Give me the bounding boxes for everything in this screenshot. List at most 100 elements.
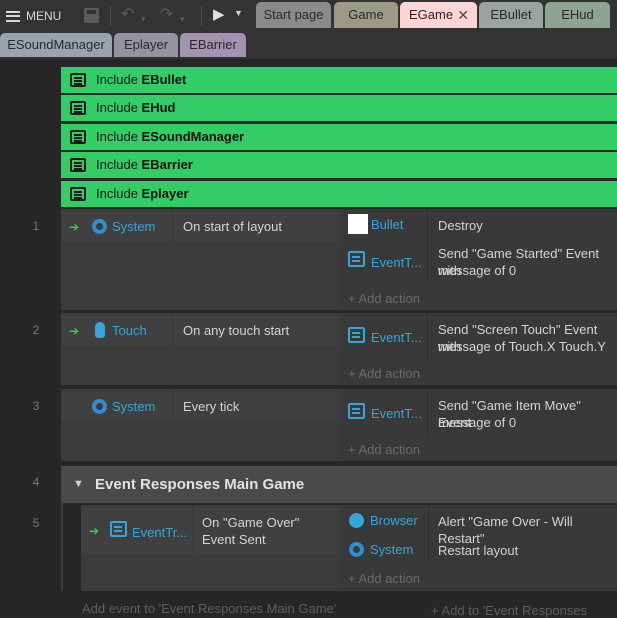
action-text-line2[interactable]: message of 0	[438, 262, 516, 279]
event-block[interactable]: System Every tick EventT... Send "Game I…	[61, 389, 617, 461]
play-dropdown-icon[interactable]: ▼	[234, 8, 243, 18]
column-divider	[428, 505, 429, 563]
group-title: Event Responses Main Game	[95, 476, 305, 493]
include-name: EBarrier	[141, 157, 193, 172]
tab-label: EBarrier	[189, 37, 237, 52]
column-divider	[427, 239, 428, 283]
condition-cell[interactable]: Every tick	[174, 391, 338, 421]
sprite-icon	[348, 214, 368, 234]
tab-ehud[interactable]: EHud	[545, 2, 610, 28]
tab-label: Game	[348, 7, 384, 22]
include-prefix: Include	[96, 186, 138, 201]
condition-object: System	[112, 399, 156, 414]
tab-label: EHud	[561, 7, 594, 22]
tab-label: EGame	[409, 7, 454, 22]
action-object[interactable]: System	[370, 542, 413, 557]
group-indent-bar	[61, 503, 63, 591]
add-action-link[interactable]: + Add action	[348, 571, 420, 586]
menu-button[interactable]: MENU	[6, 6, 61, 26]
condition-cell[interactable]: On "Game Over" Event Sent	[194, 507, 338, 555]
action-text-line2[interactable]: message of Touch.X Touch.Y	[438, 338, 606, 355]
include-icon	[70, 101, 86, 115]
event-block[interactable]: ➔ Touch On any touch start EventT... Sen…	[61, 313, 617, 385]
trigger-arrow-icon: ➔	[89, 524, 100, 538]
action-text[interactable]: Destroy	[438, 217, 483, 234]
include-row[interactable]: Include EBarrier	[61, 152, 617, 178]
actions-area: EventT... Send "Game Item Move" Event me…	[341, 389, 617, 461]
undo-dropdown-icon[interactable]: ▾	[141, 9, 146, 29]
include-prefix: Include	[96, 129, 138, 144]
include-prefix: Include	[96, 72, 138, 87]
tab-row-secondary: ESoundManager Eplayer EBarrier	[0, 31, 617, 59]
actions-area: Browser Alert "Game Over - Will Restart"…	[341, 505, 617, 591]
tab-start-page[interactable]: Start page	[256, 2, 331, 28]
action-object[interactable]: Browser	[370, 513, 418, 528]
condition-text: On start of layout	[183, 219, 282, 234]
event-transmitter-icon	[348, 403, 365, 419]
column-divider	[427, 209, 428, 239]
add-action-link[interactable]: + Add action	[348, 291, 420, 306]
add-action-link[interactable]: + Add action	[348, 366, 420, 381]
action-object[interactable]: EventT...	[371, 406, 422, 421]
condition-object-cell[interactable]: ➔ Touch	[61, 315, 172, 345]
hamburger-icon	[6, 10, 20, 22]
event-transmitter-icon	[348, 327, 365, 343]
event-block[interactable]: ➔ System On start of layout Bullet Destr…	[61, 209, 617, 310]
event-group-header[interactable]: ▼ Event Responses Main Game	[61, 466, 617, 503]
include-row[interactable]: Include Eplayer	[61, 181, 617, 207]
play-icon[interactable]: ▶	[213, 5, 225, 25]
tab-eplayer[interactable]: Eplayer	[114, 33, 178, 57]
redo-icon[interactable]: ↷	[160, 5, 173, 25]
add-event-to-group-link[interactable]: Add event to 'Event Responses Main Game'	[82, 601, 336, 616]
include-name: Eplayer	[141, 186, 189, 201]
globe-icon	[349, 513, 364, 528]
include-name: ESoundManager	[141, 129, 245, 144]
toolbar-divider	[201, 6, 202, 26]
event-transmitter-icon	[110, 521, 127, 537]
tab-ebullet[interactable]: EBullet	[479, 2, 543, 28]
tab-game[interactable]: Game	[334, 2, 398, 28]
add-action-link[interactable]: + Add action	[348, 442, 420, 457]
condition-object: System	[112, 219, 156, 234]
action-object[interactable]: EventT...	[371, 330, 422, 345]
tab-egame[interactable]: EGame ✕	[400, 2, 477, 28]
event-block[interactable]: ➔ EventTr... On "Game Over" Event Sent B…	[81, 505, 617, 591]
event-number: 3	[32, 399, 40, 413]
include-icon	[70, 130, 86, 144]
tab-esoundmanager[interactable]: ESoundManager	[0, 33, 112, 57]
include-row[interactable]: Include EBullet	[61, 67, 617, 93]
add-to-group-link[interactable]: + Add to 'Event Responses Main	[431, 603, 617, 618]
system-gear-icon	[92, 219, 107, 234]
save-icon[interactable]	[84, 8, 99, 23]
tab-ebarrier[interactable]: EBarrier	[180, 33, 246, 57]
event-number: 2	[32, 323, 40, 337]
condition-object-cell[interactable]: System	[61, 391, 172, 421]
redo-dropdown-icon[interactable]: ▾	[180, 9, 185, 29]
tab-label: Start page	[263, 7, 324, 22]
collapse-triangle-icon[interactable]: ▼	[73, 466, 84, 503]
close-tab-icon[interactable]: ✕	[457, 2, 469, 28]
include-icon	[70, 158, 86, 172]
event-number: 1	[32, 219, 40, 233]
condition-text: Every tick	[183, 399, 240, 414]
include-row[interactable]: Include EHud	[61, 95, 617, 121]
trigger-arrow-icon: ➔	[69, 324, 80, 338]
include-name: EHud	[141, 100, 176, 115]
condition-text-line1: On "Game Over"	[202, 515, 300, 530]
event-number: 4	[32, 475, 40, 489]
column-divider	[427, 313, 428, 361]
action-text-line2[interactable]: message of 0	[438, 414, 516, 431]
action-text[interactable]: Restart layout	[438, 542, 518, 559]
condition-object-cell[interactable]: ➔ System	[61, 211, 172, 241]
action-object[interactable]: EventT...	[371, 255, 422, 270]
toolbar: MENU ↶ ▾ ↷ ▾ ▶ ▼ Start page Game EGame ✕ …	[0, 0, 617, 31]
condition-cell[interactable]: On start of layout	[174, 211, 338, 241]
include-row[interactable]: Include ESoundManager	[61, 124, 617, 150]
undo-icon[interactable]: ↶	[121, 5, 134, 25]
tab-label: ESoundManager	[7, 37, 105, 52]
include-name: EBullet	[141, 72, 187, 87]
condition-cell[interactable]: On any touch start	[174, 315, 338, 345]
condition-object: Touch	[112, 323, 147, 338]
condition-object-cell[interactable]: ➔ EventTr...	[81, 507, 192, 555]
action-object[interactable]: Bullet	[371, 217, 404, 232]
